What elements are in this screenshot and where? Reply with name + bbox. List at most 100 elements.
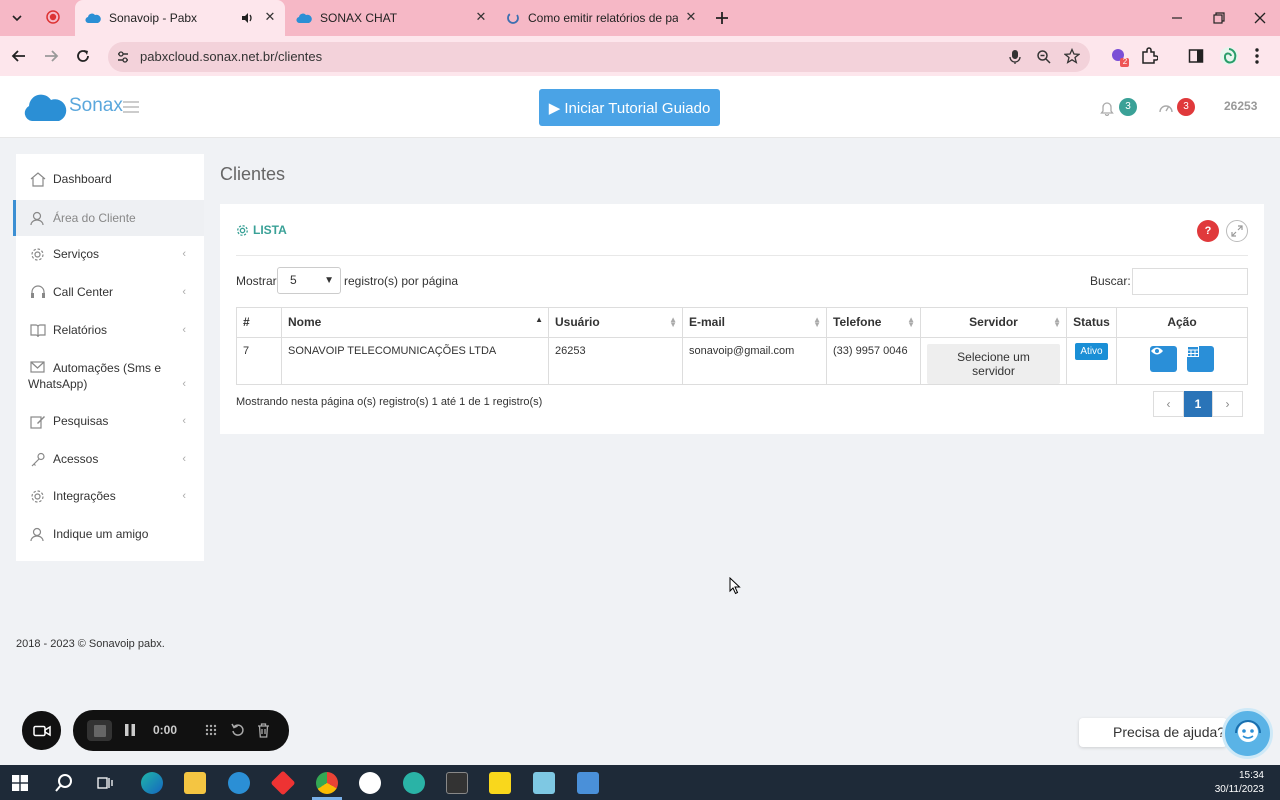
column-header-server[interactable]: Servidor ▲ ▼ [920,307,1067,338]
per-page-label: registro(s) por página [344,274,459,288]
select-server-button[interactable]: Selecione um servidor [927,344,1060,384]
calculator-app-icon[interactable] [577,772,599,794]
table-view-button[interactable] [1186,346,1214,372]
notifications-bell-icon[interactable] [1100,100,1114,116]
tab-sonavoip[interactable]: Sonavoip - Pabx ✕ [75,0,285,36]
column-header-email[interactable]: E-mail ▲ ▼ [682,307,827,338]
tab-close-icon[interactable]: ✕ [684,10,698,24]
new-tab-icon[interactable] [713,9,731,27]
restore-icon[interactable] [1212,11,1226,25]
notifications-count-badge: 3 [1119,98,1137,116]
url-text[interactable]: pabxcloud.sonax.net.br/clientes [140,49,322,64]
trash-icon[interactable] [257,723,270,738]
zoom-icon[interactable] [1036,49,1052,65]
browser-menu-icon[interactable] [1254,47,1260,65]
chrome-app-icon[interactable] [316,772,338,794]
anydesk-app-icon[interactable] [270,770,296,796]
sidebar-item-label: Serviços [53,247,100,261]
sidebar-item-acessos[interactable]: Acessos ‹ [16,448,204,470]
chevron-left-icon: ‹ [182,286,186,298]
terminal-app-icon[interactable] [446,772,468,794]
drag-handle-icon[interactable] [205,724,217,736]
alerts-gauge-icon[interactable] [1158,100,1174,116]
sidebar-item-relatorios[interactable]: Relatórios ‹ [16,319,204,341]
tab-close-icon[interactable]: ✕ [474,10,488,24]
start-tutorial-button[interactable]: ▶ Iniciar Tutorial Guiado [539,89,720,126]
extension-icon[interactable]: 2 [1109,46,1131,68]
clock-date: 30/11/2023 [1214,784,1264,795]
reload-icon[interactable] [74,48,92,64]
tab-close-icon[interactable]: ✕ [263,10,277,24]
sticky-notes-app-icon[interactable] [489,772,511,794]
teamviewer-app-icon[interactable] [359,772,381,794]
pagination-prev[interactable]: ‹ [1153,391,1184,417]
pagination-page-1[interactable]: 1 [1184,391,1212,417]
column-header-user[interactable]: Usuário ▲ ▼ [548,307,683,338]
home-icon [30,171,46,187]
side-panel-icon[interactable] [1188,48,1204,64]
sidebar-item-dashboard[interactable]: Dashboard [16,168,204,190]
bookmark-star-icon[interactable] [1064,48,1080,64]
puzzle-extensions-icon[interactable] [1140,47,1158,65]
microphone-icon[interactable] [1008,49,1022,65]
column-header-id[interactable]: # [236,307,282,338]
chevron-left-icon: ‹ [182,415,186,427]
address-bar[interactable]: pabxcloud.sonax.net.br/clientes [108,42,1090,72]
site-settings-icon[interactable] [116,50,130,64]
search-icon[interactable] [54,773,74,793]
back-icon[interactable] [10,48,28,64]
stop-recording-button[interactable] [87,720,112,741]
windows-start-icon[interactable] [12,775,28,791]
profile-avatar-icon[interactable] [1219,46,1239,66]
brand-logo[interactable]: Sonax [23,90,123,122]
tab-title: SONAX CHAT [320,11,398,25]
pause-icon[interactable] [125,724,135,736]
tab-sonax-chat[interactable]: SONAX CHAT ✕ [286,0,496,36]
camera-toggle-button[interactable] [22,711,61,750]
sidebar-item-label: Call Center [53,285,114,299]
help-chat-bubble[interactable]: Precisa de ajuda? [1079,718,1227,747]
sidebar-item-pesquisas[interactable]: Pesquisas ‹ [16,410,204,432]
sidebar-item-label: Acessos [53,452,99,466]
hamburger-menu-icon[interactable] [122,100,140,114]
view-button[interactable] [1150,346,1178,372]
gear-icon [236,224,249,237]
file-explorer-app-icon[interactable] [184,772,206,794]
search-input[interactable] [1132,268,1248,295]
clock-app-icon[interactable] [403,772,425,794]
column-header-phone[interactable]: Telefone ▲ ▼ [826,307,921,338]
tab-title: Como emitir relatórios de pau [528,11,678,25]
app-header: Sonax ▶ Iniciar Tutorial Guiado 3 3 2625… [0,76,1280,138]
edge-app-icon[interactable] [141,772,163,794]
recording-indicator-icon [46,10,60,24]
column-header-name[interactable]: Nome ▲ [281,307,549,338]
support-agent-avatar-icon[interactable] [1222,708,1273,759]
remote-app-icon[interactable] [533,772,555,794]
column-header-status[interactable]: Status [1066,307,1117,338]
sidebar-item-servicos[interactable]: Serviços ‹ [16,243,204,265]
tab-relatorios[interactable]: Como emitir relatórios de pau ✕ [498,0,706,36]
cell-action [1116,337,1248,385]
help-button[interactable]: ? [1197,220,1219,242]
sort-icon: ▲ ▼ [813,315,821,329]
minimize-icon[interactable] [1170,11,1184,25]
pagination-next[interactable]: › [1212,391,1243,417]
column-header-label: Telefone [833,315,882,329]
cloud-app-icon[interactable] [228,772,250,794]
restart-icon[interactable] [231,723,245,737]
audio-playing-icon[interactable] [240,11,254,25]
tab-search-icon[interactable] [10,11,24,25]
sidebar-item-automacoes[interactable]: Automações (Sms e WhatsApp) ‹ [16,359,204,393]
page-size-select[interactable]: 5 ▼ [277,267,341,294]
expand-icon[interactable] [1226,220,1248,242]
task-view-icon[interactable] [97,775,113,791]
tab-title: Sonavoip - Pabx [109,11,198,25]
sidebar-item-indique-um-amigo[interactable]: Indique um amigo [16,523,204,545]
taskbar-clock[interactable]: 15:34 30/11/2023 [1215,769,1264,797]
sidebar-item-area-do-cliente[interactable]: Área do Cliente [13,200,204,236]
forward-icon[interactable] [42,48,60,64]
user-extension[interactable]: 26253 [1224,99,1257,113]
close-window-icon[interactable] [1253,11,1267,25]
sidebar-item-integracoes[interactable]: Integrações ‹ [16,485,204,507]
sidebar-item-call-center[interactable]: Call Center ‹ [16,281,204,303]
